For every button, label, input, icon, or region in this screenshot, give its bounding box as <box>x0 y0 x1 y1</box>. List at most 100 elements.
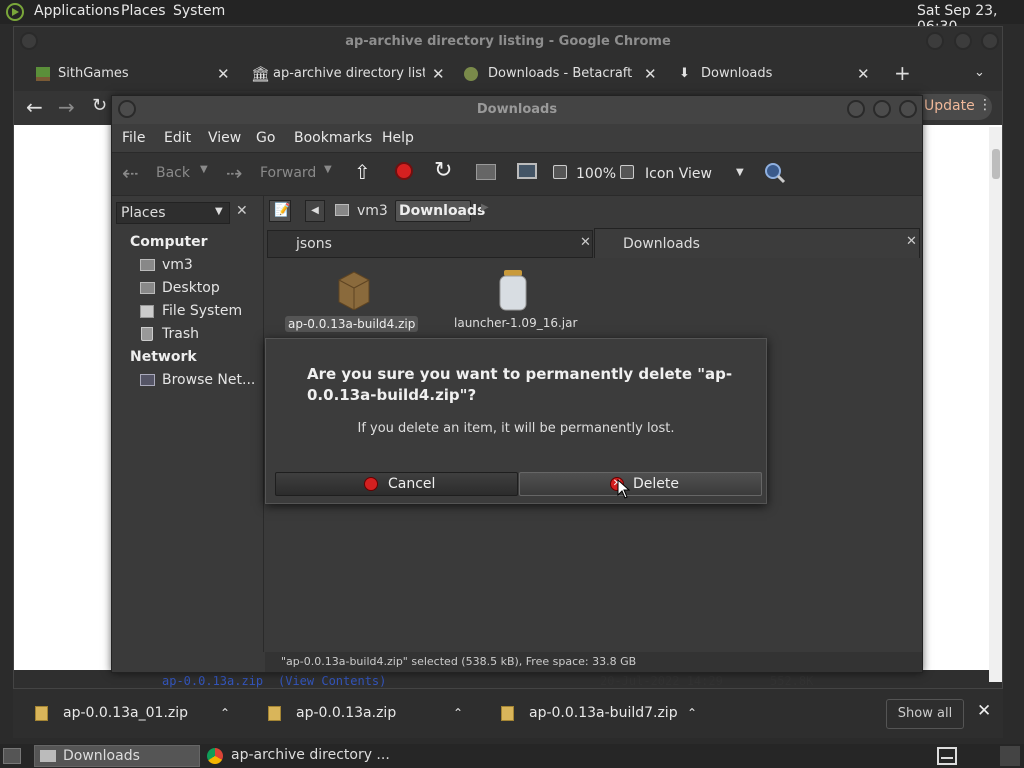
drive-icon <box>140 305 154 318</box>
minimize-icon[interactable] <box>926 32 944 50</box>
close-tab-icon[interactable]: ✕ <box>644 57 657 91</box>
download-item[interactable]: ap-0.0.13a_01.zip ⌃ <box>35 689 245 739</box>
tab-betacraft[interactable]: Downloads - Betacraft ✕ <box>464 57 659 91</box>
dropdown-arrow-icon[interactable]: ▼ <box>324 164 332 175</box>
maximize-icon[interactable] <box>873 100 891 118</box>
fm-tab-jsons[interactable]: jsons ✕ <box>267 230 593 258</box>
back-arrow-icon[interactable]: ← <box>26 95 43 119</box>
applications-menu[interactable]: Applications <box>34 3 120 19</box>
zoom-in-icon[interactable] <box>620 165 634 179</box>
menu-go[interactable]: Go <box>256 130 275 146</box>
jar-icon <box>496 268 530 312</box>
download-item[interactable]: ap-0.0.13a-build7.zip ⌃ <box>501 689 716 739</box>
page-scrollbar[interactable] <box>989 127 1002 682</box>
menu-bookmarks[interactable]: Bookmarks <box>294 130 372 146</box>
tab-search-chevron-icon[interactable]: ⌄ <box>974 65 985 80</box>
fm-tab-downloads[interactable]: Downloads ✕ <box>594 228 920 258</box>
sidebar-heading-network: Network <box>130 349 197 365</box>
places-menu[interactable]: Places <box>121 3 166 19</box>
scrollbar-thumb[interactable] <box>992 149 1000 179</box>
show-all-button[interactable]: Show all <box>886 699 964 729</box>
reload-icon[interactable]: ↻ <box>434 158 452 183</box>
betacraft-icon <box>464 67 478 81</box>
minimize-icon[interactable] <box>847 100 865 118</box>
menu-view[interactable]: View <box>208 130 241 146</box>
close-tab-icon[interactable]: ✕ <box>906 234 917 249</box>
window-menu-icon[interactable] <box>118 100 136 118</box>
tab-downloads[interactable]: ⬇ Downloads ✕ <box>679 57 874 91</box>
menu-file[interactable]: File <box>122 130 145 146</box>
desktop-folder-icon <box>140 282 155 294</box>
show-desktop-icon[interactable] <box>3 748 21 764</box>
sidebar-selector[interactable]: Places ▼ <box>116 202 230 224</box>
file-item[interactable]: ap-0.0.13a-build4.zip <box>285 268 425 334</box>
chevron-up-icon[interactable]: ⌃ <box>453 689 463 737</box>
reload-icon[interactable]: ↻ <box>92 95 107 116</box>
file-manager-title: Downloads <box>112 96 922 124</box>
close-tab-icon[interactable]: ✕ <box>857 57 870 91</box>
close-tab-icon[interactable]: ✕ <box>432 57 445 91</box>
dropdown-arrow-icon[interactable]: ▼ <box>200 164 208 175</box>
search-icon[interactable] <box>764 162 786 184</box>
computer-icon[interactable] <box>517 163 537 179</box>
menu-edit[interactable]: Edit <box>164 130 191 146</box>
path-label: vm3 <box>357 203 388 219</box>
taskbar-item-label: ap-archive directory ... <box>231 747 390 763</box>
location-toggle-button[interactable]: 📝 <box>269 200 291 222</box>
dropdown-arrow-icon: ▼ <box>736 167 744 178</box>
sidebar-item-label: File System <box>162 303 243 319</box>
maximize-icon[interactable] <box>954 32 972 50</box>
forward-button[interactable]: ⇢ Forward ▼ <box>226 161 336 187</box>
distro-logo-icon[interactable] <box>6 3 24 21</box>
delete-button[interactable]: ✕ Delete <box>519 472 762 496</box>
chevron-up-icon[interactable]: ⌃ <box>687 689 697 737</box>
system-menu[interactable]: System <box>173 3 225 19</box>
view-mode-select[interactable]: Icon View ▼ <box>642 161 752 187</box>
up-arrow-icon[interactable]: ⇧ <box>354 160 371 184</box>
file-item[interactable]: launcher-1.09_16.jar <box>450 268 590 334</box>
close-tab-icon[interactable]: ✕ <box>580 235 591 250</box>
home-folder-icon <box>140 259 155 271</box>
close-tab-icon[interactable]: ✕ <box>217 57 230 91</box>
archive-box-icon <box>335 270 373 310</box>
listing-file-link[interactable]: ap-0.0.13a.zip <box>162 674 263 688</box>
close-window-icon[interactable] <box>981 32 999 50</box>
dropdown-arrow-icon: ▼ <box>215 206 223 217</box>
listing-date: 20-Jul-2022 14:29 <box>600 674 723 688</box>
path-button-downloads[interactable]: Downloads <box>395 200 485 222</box>
close-downloads-bar-icon[interactable]: ✕ <box>977 701 991 721</box>
chevron-up-icon[interactable]: ⌃ <box>220 689 230 737</box>
chrome-icon <box>207 748 223 764</box>
taskbar-item-downloads[interactable]: Downloads <box>34 745 200 767</box>
tab-ap-archive[interactable]: 🏛 ap-archive directory listing ✕ <box>249 57 454 91</box>
network-icon <box>140 374 155 386</box>
stop-icon[interactable] <box>395 162 413 180</box>
update-button[interactable]: Update ⋮ <box>912 94 992 120</box>
trash-applet-icon[interactable] <box>1000 746 1020 766</box>
path-button-vm3[interactable]: vm3 <box>331 200 391 222</box>
tab-sithgames[interactable]: SithGames ✕ <box>34 57 239 91</box>
path-left-arrow-icon[interactable]: ◀ <box>305 200 325 222</box>
back-arrow-icon: ⇠ <box>122 161 139 185</box>
download-item[interactable]: ap-0.0.13a.zip ⌃ <box>268 689 478 739</box>
path-right-arrow-icon[interactable]: ▶ <box>481 202 489 213</box>
zip-file-icon <box>35 706 48 721</box>
listing-contents-link[interactable]: (View Contents) <box>278 674 386 688</box>
taskbar-item-label: Downloads <box>63 748 140 764</box>
new-tab-icon[interactable]: + <box>894 61 911 85</box>
cancel-button[interactable]: Cancel <box>275 472 518 496</box>
grass-block-icon <box>36 67 50 81</box>
close-window-icon[interactable] <box>899 100 917 118</box>
workspace-switcher-icon[interactable] <box>937 747 957 765</box>
kebab-menu-icon: ⋮ <box>978 97 992 113</box>
file-name: ap-0.0.13a-build4.zip <box>285 316 419 332</box>
sidebar-item-label: Browse Net... <box>162 372 256 388</box>
taskbar-item-chrome[interactable]: ap-archive directory ... <box>204 745 404 767</box>
forward-arrow-icon[interactable]: → <box>58 95 75 119</box>
back-button[interactable]: ⇠ Back ▼ <box>120 161 220 187</box>
menu-help[interactable]: Help <box>382 130 414 146</box>
delete-label: Delete <box>633 476 679 492</box>
close-sidebar-icon[interactable]: ✕ <box>236 203 248 219</box>
zoom-out-icon[interactable] <box>553 165 567 179</box>
home-folder-icon[interactable] <box>476 164 496 180</box>
